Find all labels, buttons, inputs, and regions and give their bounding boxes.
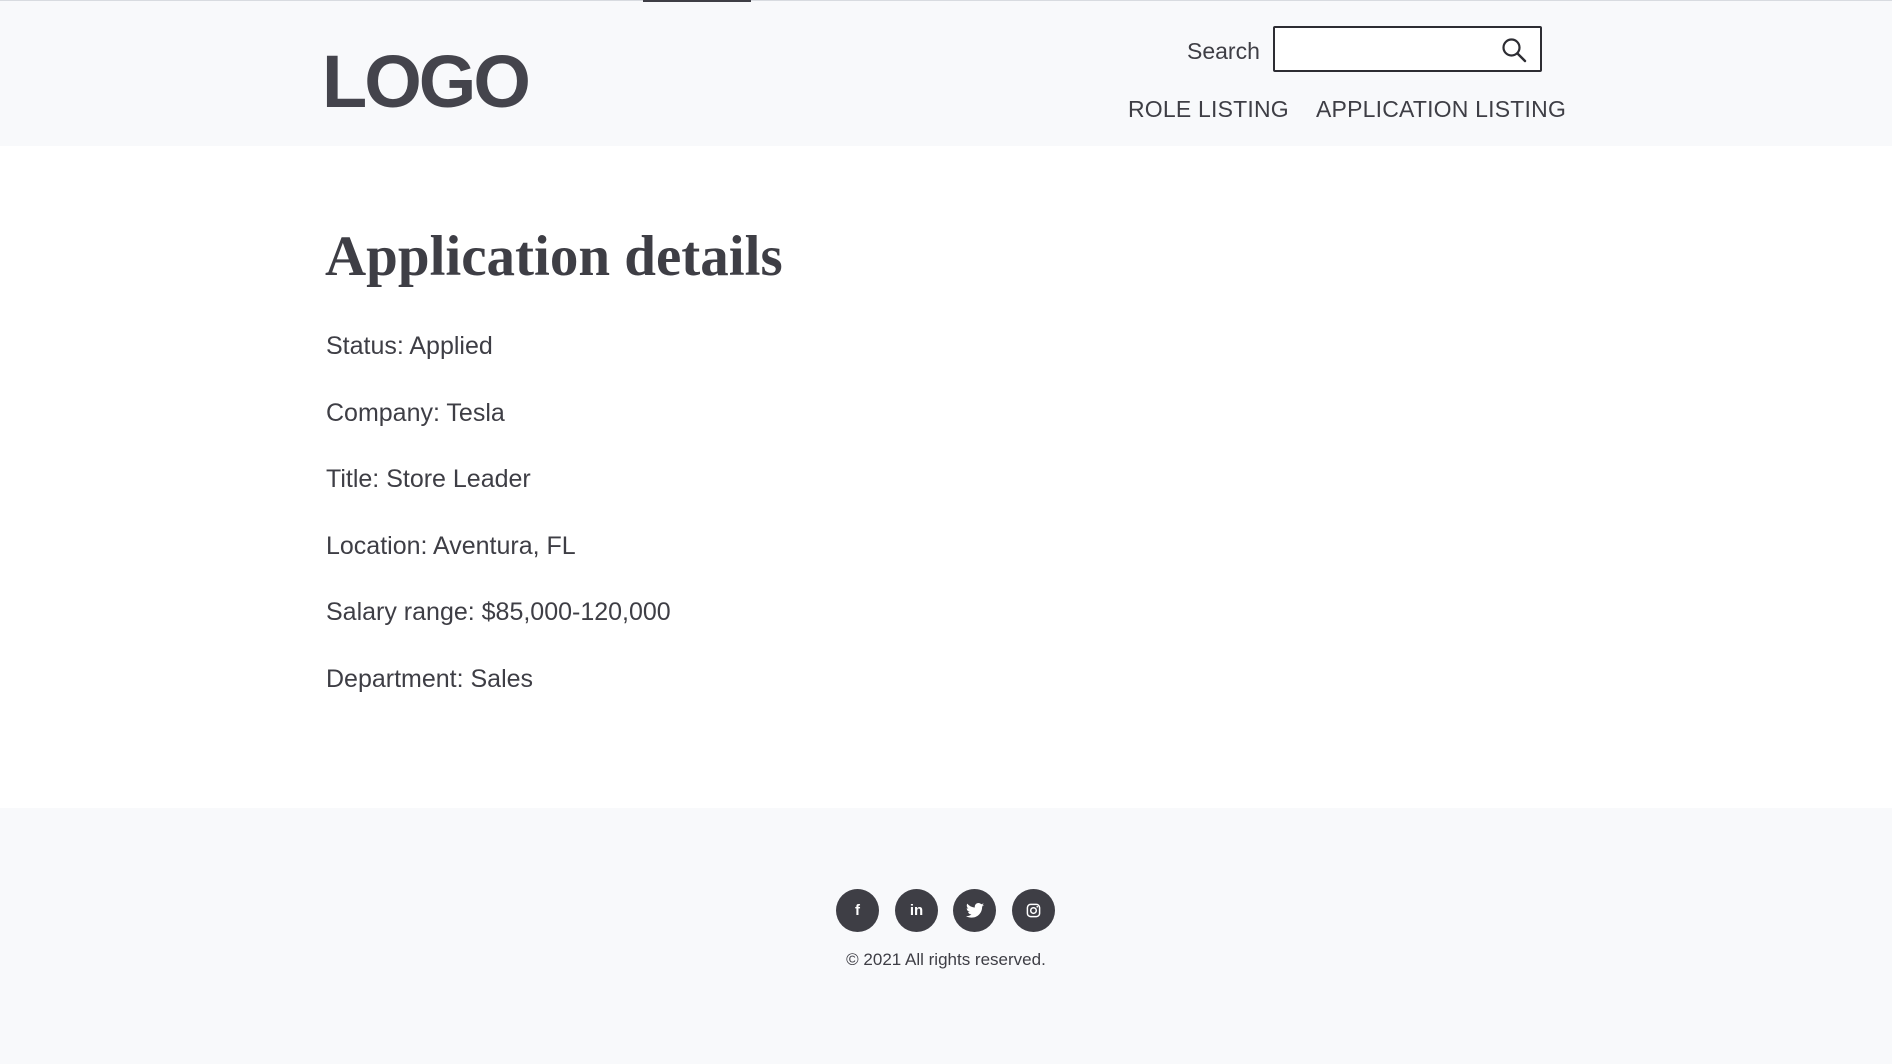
detail-location: Location: Aventura, FL — [326, 532, 576, 560]
page-title: Application details — [325, 225, 783, 288]
active-indicator — [643, 0, 751, 2]
detail-salary-range: Salary range: $85,000-120,000 — [326, 598, 671, 626]
nav-application-listing[interactable]: APPLICATION LISTING — [1316, 95, 1566, 123]
search-input[interactable] — [1283, 34, 1493, 64]
detail-department: Department: Sales — [326, 665, 534, 693]
logo[interactable]: LOGO — [322, 41, 531, 123]
search-box[interactable] — [1273, 26, 1542, 72]
copyright-text: © 2021 All rights reserved. — [846, 950, 1046, 969]
detail-title: Title: Store Leader — [326, 465, 531, 493]
linkedin-icon[interactable]: in — [895, 889, 938, 932]
site-header: LOGO Search ROLE LISTING APPLICATION LIS… — [0, 0, 1892, 146]
facebook-icon[interactable]: f — [836, 889, 879, 932]
twitter-icon[interactable] — [953, 889, 996, 932]
nav-role-listing[interactable]: ROLE LISTING — [1128, 95, 1289, 123]
detail-company: Company: Tesla — [326, 399, 505, 427]
search-label: Search — [1187, 38, 1260, 64]
detail-status: Status: Applied — [326, 332, 493, 360]
instagram-icon[interactable] — [1012, 889, 1055, 932]
site-footer: f in © 2021 All rights reserved. — [0, 808, 1892, 1064]
search-icon[interactable] — [1500, 36, 1528, 64]
